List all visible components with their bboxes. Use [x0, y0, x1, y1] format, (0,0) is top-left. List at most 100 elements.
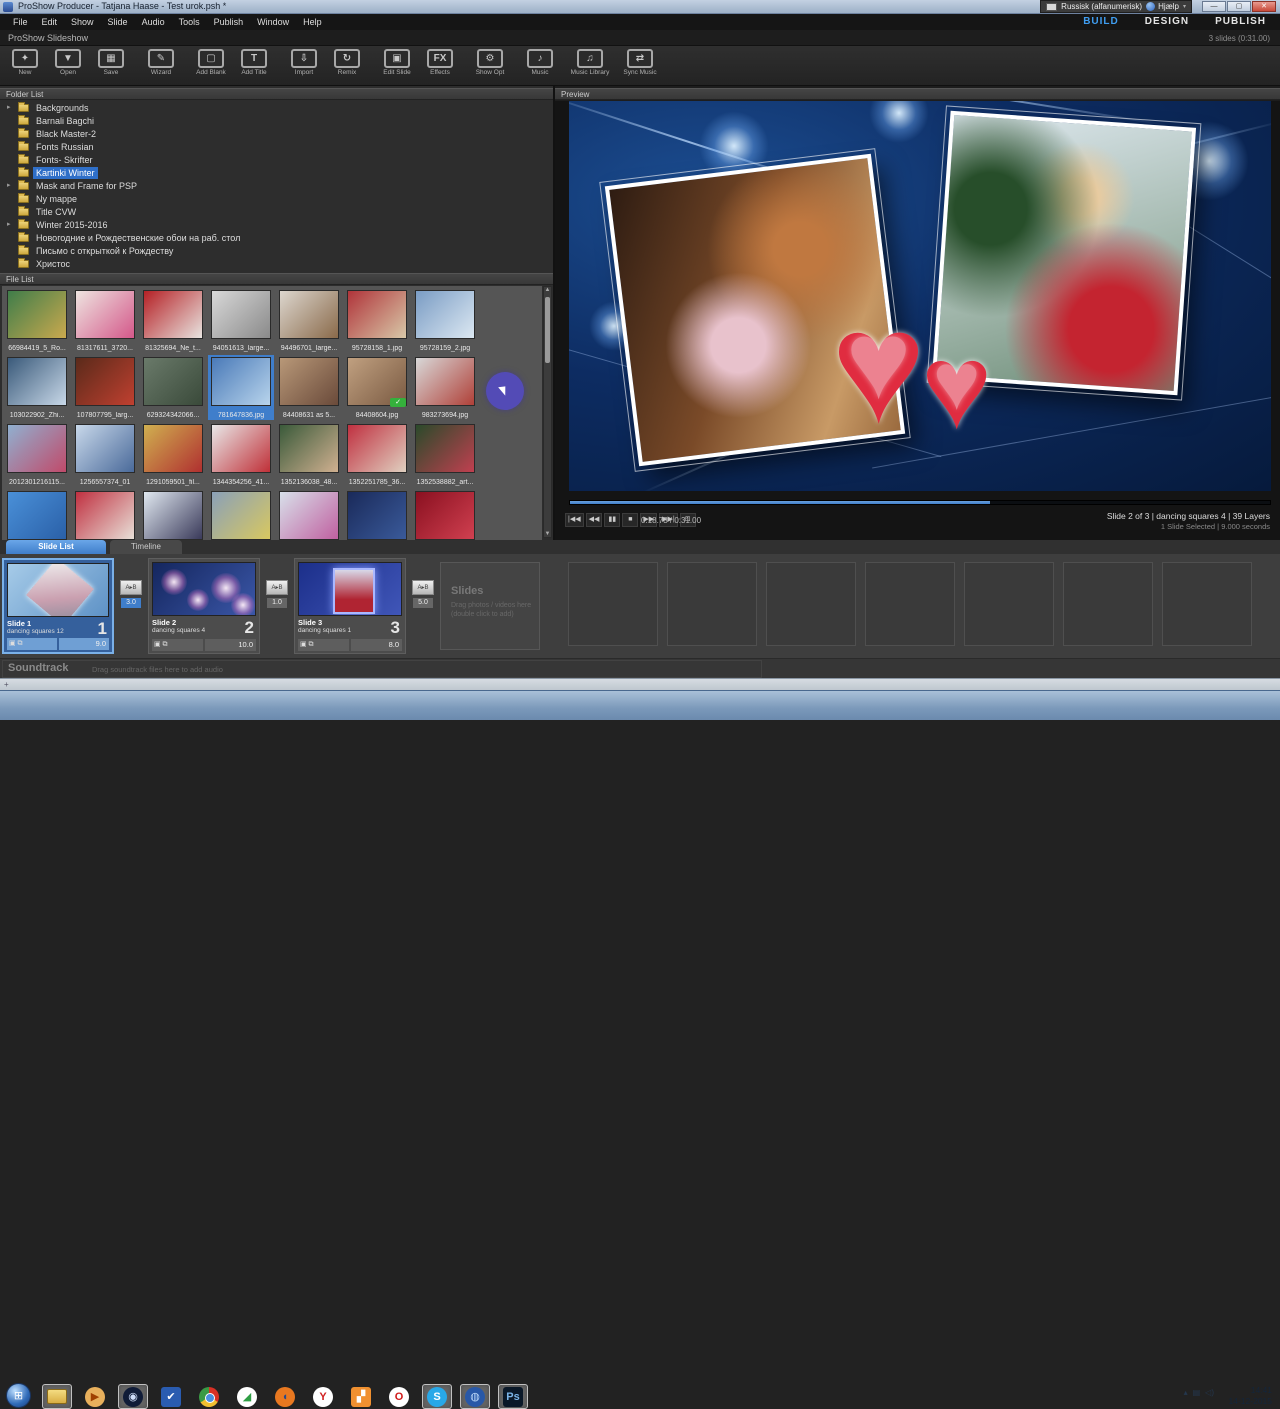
firefox-icon[interactable]: ◖: [270, 1384, 300, 1409]
scrollbar-thumb[interactable]: [545, 297, 550, 363]
folder-item[interactable]: Kartinki Winter: [0, 166, 553, 179]
toolbar-save-button[interactable]: ▦ Save: [90, 49, 132, 76]
expand-arrow-icon[interactable]: ▸: [7, 103, 11, 111]
folder-item[interactable]: Fonts Russian: [0, 140, 553, 153]
stop-button[interactable]: ■: [622, 513, 639, 527]
toolbar-import-button[interactable]: ⇩ Import: [283, 49, 325, 76]
expand-arrow-icon[interactable]: ▸: [7, 181, 11, 189]
menu-item-publish[interactable]: Publish: [207, 14, 251, 30]
expand-arrow-icon[interactable]: ▸: [7, 220, 11, 228]
start-button[interactable]: ⊞: [6, 1383, 31, 1408]
file-thumbnail-cell[interactable]: [208, 489, 274, 540]
empty-slides-placeholder[interactable]: Slides Drag photos / videos here (double c…: [440, 562, 540, 650]
step-back-button[interactable]: ◀◀: [585, 513, 603, 527]
file-thumbnail-cell[interactable]: 1256557374_01: [72, 422, 138, 487]
file-thumbnail-cell[interactable]: 84408631 as 5...: [276, 355, 342, 420]
playback-progress-bar[interactable]: [569, 500, 1271, 505]
transition-icon[interactable]: A▸B: [266, 580, 288, 595]
yandex-icon[interactable]: Y: [308, 1384, 338, 1409]
tray-expand-icon[interactable]: ▴: [1184, 1388, 1188, 1397]
menu-item-slide[interactable]: Slide: [101, 14, 135, 30]
toolbar-effects-button[interactable]: FX Effects: [419, 49, 461, 76]
file-thumbnail-cell[interactable]: 81317611_3720...: [72, 288, 138, 353]
file-thumbnail-cell[interactable]: [4, 489, 70, 540]
file-thumbnail-cell[interactable]: 629324342066...: [140, 355, 206, 420]
transition-icon[interactable]: A▸B: [120, 580, 142, 595]
menu-item-audio[interactable]: Audio: [135, 14, 172, 30]
file-thumbnail-cell[interactable]: [412, 489, 478, 540]
language-bar[interactable]: Russisk (alfanumerisk) Hjælp ▾: [1040, 0, 1192, 13]
toolbar-sync-music-button[interactable]: ⇄ Sync Music: [619, 49, 661, 76]
folder-item[interactable]: Title CVW: [0, 205, 553, 218]
folder-item[interactable]: Videos: [0, 270, 553, 271]
toolbar-new-button[interactable]: ✦ New: [4, 49, 46, 76]
folder-item[interactable]: Новогодние и Рождественские обои на раб.…: [0, 231, 553, 244]
share-app-icon[interactable]: ◢: [232, 1384, 262, 1409]
file-thumbnail-cell[interactable]: 1291059501_fil...: [140, 422, 206, 487]
skype-icon[interactable]: S: [422, 1384, 452, 1409]
scroll-up-icon[interactable]: ▲: [544, 287, 551, 293]
file-thumbnail-cell[interactable]: 81325694_Ne_t...: [140, 288, 206, 353]
opera-icon[interactable]: O: [384, 1384, 414, 1409]
jump-start-button[interactable]: |◀◀: [565, 513, 584, 527]
slide-card-2[interactable]: Slide 2 dancing squares 4 2 ▣ ⧉ 10.0: [148, 558, 260, 654]
toolbar-show-opt-button[interactable]: ⚙ Show Opt: [469, 49, 511, 76]
menu-item-help[interactable]: Help: [296, 14, 329, 30]
file-thumbnail-cell[interactable]: 84408604.jpg ✓: [344, 355, 410, 420]
empty-slide-slot[interactable]: [865, 562, 955, 646]
slide-duration[interactable]: 9.0: [58, 638, 109, 650]
maximize-button[interactable]: ▢: [1227, 1, 1251, 12]
chrome-icon[interactable]: [194, 1384, 224, 1409]
file-thumbnail-cell[interactable]: 95728158_1.jpg: [344, 288, 410, 353]
mode-publish[interactable]: PUBLISH: [1215, 14, 1266, 30]
toolbar-open-button[interactable]: ▼ Open: [47, 49, 89, 76]
folder-item[interactable]: ▸ Mask and Frame for PSP: [0, 179, 553, 192]
toolbar-edit-slide-button[interactable]: ▣ Edit Slide: [376, 49, 418, 76]
media-app-icon[interactable]: ▶: [80, 1384, 110, 1409]
minimize-button[interactable]: —: [1202, 1, 1226, 12]
tray-volume-icon[interactable]: ◁): [1205, 1388, 1214, 1397]
menu-item-edit[interactable]: Edit: [35, 14, 65, 30]
toolbar-remix-button[interactable]: ↻ Remix: [326, 49, 368, 76]
file-list-scrollbar[interactable]: ▲ ▼: [543, 286, 552, 538]
photoshop-icon[interactable]: Ps: [498, 1384, 528, 1409]
slide-duration[interactable]: 10.0: [204, 639, 256, 651]
toolbar-wizard-button[interactable]: ✎ Wizard: [140, 49, 182, 76]
folder-item[interactable]: Fonts- Skrifter: [0, 153, 553, 166]
file-thumbnail-cell[interactable]: [72, 489, 138, 540]
menu-item-file[interactable]: File: [6, 14, 35, 30]
transition-duration[interactable]: 3.0: [121, 598, 141, 608]
slide-card-1[interactable]: Slide 1 dancing squares 12 1 ▣ ⧉ 9.0: [2, 558, 114, 654]
menu-item-show[interactable]: Show: [64, 14, 101, 30]
file-thumbnail-cell[interactable]: 1344354256_41...: [208, 422, 274, 487]
menu-item-window[interactable]: Window: [250, 14, 296, 30]
file-thumbnail-cell[interactable]: 66984419_5_Ro...: [4, 288, 70, 353]
blue-circle-app-icon[interactable]: ◍: [460, 1384, 490, 1409]
folder-item[interactable]: Письмо с открыткой к Рождеству: [0, 244, 553, 257]
empty-slide-slot[interactable]: [964, 562, 1054, 646]
mode-design[interactable]: DESIGN: [1145, 14, 1189, 30]
file-thumbnail-cell[interactable]: 94496701_large...: [276, 288, 342, 353]
folder-item[interactable]: Black Master-2: [0, 127, 553, 140]
file-thumbnail-cell[interactable]: 2012301216115...: [4, 422, 70, 487]
file-thumbnail-cell[interactable]: 103022902_Zhi...: [4, 355, 70, 420]
empty-slide-slot[interactable]: [1162, 562, 1252, 646]
toolbar-music-button[interactable]: ♪ Music: [519, 49, 561, 76]
file-thumbnail-cell[interactable]: 1352538882_art...: [412, 422, 478, 487]
toolbar-add-title-button[interactable]: T Add Title: [233, 49, 275, 76]
file-thumbnail-cell[interactable]: [344, 489, 410, 540]
taskbar-clock[interactable]: 14:41 14-12-2015: [1229, 1385, 1272, 1407]
transition-duration[interactable]: 5.0: [413, 598, 433, 608]
folder-item[interactable]: ▸ Winter 2015-2016: [0, 218, 553, 231]
toolbar-add-blank-button[interactable]: ▢ Add Blank: [190, 49, 232, 76]
close-button[interactable]: ✕: [1252, 1, 1276, 12]
soundtrack-add-icon[interactable]: +: [4, 680, 9, 689]
file-thumbnail-cell[interactable]: 781647836.jpg: [208, 355, 274, 420]
tab-timeline[interactable]: Timeline: [110, 540, 182, 554]
folder-item[interactable]: Ny mappe: [0, 192, 553, 205]
langbar-dropdown-icon[interactable]: ▾: [1183, 3, 1186, 10]
transition-duration[interactable]: 1.0: [267, 598, 287, 608]
menu-item-tools[interactable]: Tools: [172, 14, 207, 30]
soundtrack-track-area[interactable]: [0, 678, 1280, 690]
file-thumbnail-cell[interactable]: 107807795_larg...: [72, 355, 138, 420]
